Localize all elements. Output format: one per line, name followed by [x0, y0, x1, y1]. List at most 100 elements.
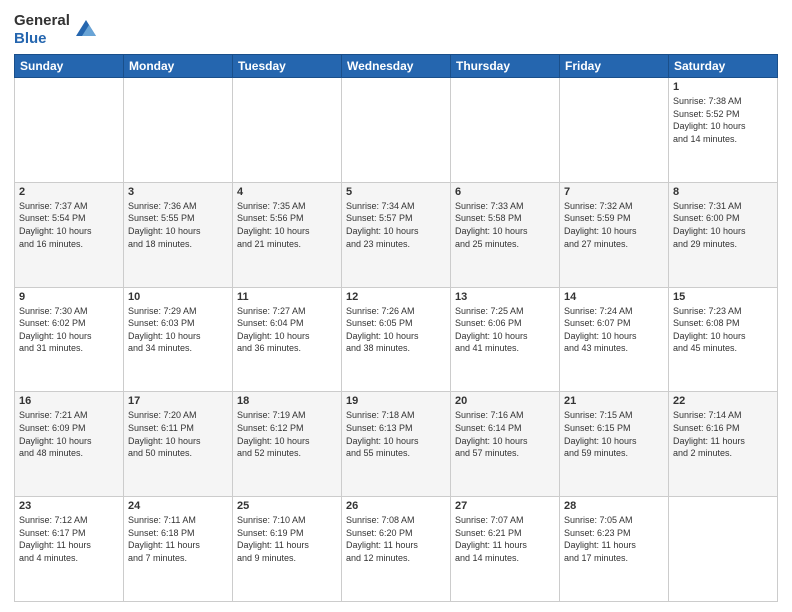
calendar-cell: 23Sunrise: 7:12 AM Sunset: 6:17 PM Dayli… [15, 497, 124, 602]
day-number: 6 [455, 186, 555, 198]
calendar-cell: 22 Sunrise: 7:14 AM Sunset: 6:16 PM Dayli… [669, 392, 778, 497]
day-number: 9 [19, 291, 119, 303]
day-info: Sunrise: 7:14 AM Sunset: 6:16 PM Dayligh… [673, 409, 773, 459]
calendar-header-row: Sunday Monday Tuesday Wednesday Thursday… [15, 55, 778, 78]
day-info: Sunrise: 7:18 AM Sunset: 6:13 PM Dayligh… [346, 409, 446, 459]
calendar-cell: 14 Sunrise: 7:24 AM Sunset: 6:07 PM Dayli… [560, 287, 669, 392]
day-info: Sunrise: 7:21 AM Sunset: 6:09 PM Dayligh… [19, 409, 119, 459]
day-number: 19 [346, 395, 446, 407]
day-info: Sunrise: 7:16 AM Sunset: 6:14 PM Dayligh… [455, 409, 555, 459]
day-info: Sunrise: 7:33 AM Sunset: 5:58 PM Dayligh… [455, 200, 555, 250]
day-info: Sunrise: 7:19 AM Sunset: 6:12 PM Dayligh… [237, 409, 337, 459]
day-number: 17 [128, 395, 228, 407]
col-wednesday: Wednesday [342, 55, 451, 78]
calendar-cell: 27Sunrise: 7:07 AM Sunset: 6:21 PM Dayli… [451, 497, 560, 602]
day-info: Sunrise: 7:26 AM Sunset: 6:05 PM Dayligh… [346, 305, 446, 355]
logo: General Blue [14, 12, 96, 48]
day-info: Sunrise: 7:38 AM Sunset: 5:52 PM Dayligh… [673, 95, 773, 145]
calendar-cell: 15 Sunrise: 7:23 AM Sunset: 6:08 PM Dayli… [669, 287, 778, 392]
day-info: Sunrise: 7:07 AM Sunset: 6:21 PM Dayligh… [455, 514, 555, 564]
col-sunday: Sunday [15, 55, 124, 78]
calendar-cell [15, 78, 124, 183]
col-monday: Monday [124, 55, 233, 78]
day-number: 14 [564, 291, 664, 303]
day-number: 21 [564, 395, 664, 407]
calendar-cell: 21Sunrise: 7:15 AM Sunset: 6:15 PM Dayli… [560, 392, 669, 497]
day-number: 26 [346, 500, 446, 512]
calendar-cell [451, 78, 560, 183]
day-info: Sunrise: 7:05 AM Sunset: 6:23 PM Dayligh… [564, 514, 664, 564]
calendar-cell: 6 Sunrise: 7:33 AM Sunset: 5:58 PM Daylig… [451, 182, 560, 287]
calendar-cell: 10Sunrise: 7:29 AM Sunset: 6:03 PM Dayli… [124, 287, 233, 392]
calendar-cell: 12 Sunrise: 7:26 AM Sunset: 6:05 PM Dayli… [342, 287, 451, 392]
day-info: Sunrise: 7:37 AM Sunset: 5:54 PM Dayligh… [19, 200, 119, 250]
day-number: 4 [237, 186, 337, 198]
calendar-cell: 18 Sunrise: 7:19 AM Sunset: 6:12 PM Dayli… [233, 392, 342, 497]
col-tuesday: Tuesday [233, 55, 342, 78]
day-info: Sunrise: 7:34 AM Sunset: 5:57 PM Dayligh… [346, 200, 446, 250]
calendar-cell: 7 Sunrise: 7:32 AM Sunset: 5:59 PM Daylig… [560, 182, 669, 287]
day-info: Sunrise: 7:25 AM Sunset: 6:06 PM Dayligh… [455, 305, 555, 355]
day-number: 13 [455, 291, 555, 303]
calendar-cell [233, 78, 342, 183]
day-number: 11 [237, 291, 337, 303]
day-info: Sunrise: 7:23 AM Sunset: 6:08 PM Dayligh… [673, 305, 773, 355]
day-number: 15 [673, 291, 773, 303]
day-info: Sunrise: 7:08 AM Sunset: 6:20 PM Dayligh… [346, 514, 446, 564]
day-number: 20 [455, 395, 555, 407]
calendar-cell: 13 Sunrise: 7:25 AM Sunset: 6:06 PM Dayli… [451, 287, 560, 392]
logo-area: General Blue [14, 12, 96, 48]
day-info: Sunrise: 7:31 AM Sunset: 6:00 PM Dayligh… [673, 200, 773, 250]
logo-blue: Blue [14, 30, 70, 48]
day-number: 1 [673, 81, 773, 93]
day-info: Sunrise: 7:24 AM Sunset: 6:07 PM Dayligh… [564, 305, 664, 355]
calendar-cell [342, 78, 451, 183]
logo-general: General [14, 12, 70, 30]
calendar-cell: 28 Sunrise: 7:05 AM Sunset: 6:23 PM Dayli… [560, 497, 669, 602]
calendar-cell: 2 Sunrise: 7:37 AM Sunset: 5:54 PM Daylig… [15, 182, 124, 287]
day-number: 12 [346, 291, 446, 303]
day-number: 25 [237, 500, 337, 512]
day-number: 5 [346, 186, 446, 198]
calendar-cell: 16 Sunrise: 7:21 AM Sunset: 6:09 PM Dayli… [15, 392, 124, 497]
day-info: Sunrise: 7:11 AM Sunset: 6:18 PM Dayligh… [128, 514, 228, 564]
calendar-week-row: 16 Sunrise: 7:21 AM Sunset: 6:09 PM Dayli… [15, 392, 778, 497]
col-friday: Friday [560, 55, 669, 78]
header: General Blue [14, 12, 778, 48]
calendar-cell: 20 Sunrise: 7:16 AM Sunset: 6:14 PM Dayli… [451, 392, 560, 497]
calendar-cell: 11 Sunrise: 7:27 AM Sunset: 6:04 PM Dayli… [233, 287, 342, 392]
logo-icon [74, 16, 96, 44]
calendar-week-row: 23Sunrise: 7:12 AM Sunset: 6:17 PM Dayli… [15, 497, 778, 602]
col-saturday: Saturday [669, 55, 778, 78]
day-number: 28 [564, 500, 664, 512]
calendar-week-row: 1 Sunrise: 7:38 AM Sunset: 5:52 PM Daylig… [15, 78, 778, 183]
day-number: 10 [128, 291, 228, 303]
day-info: Sunrise: 7:36 AM Sunset: 5:55 PM Dayligh… [128, 200, 228, 250]
day-info: Sunrise: 7:12 AM Sunset: 6:17 PM Dayligh… [19, 514, 119, 564]
calendar-cell: 9 Sunrise: 7:30 AM Sunset: 6:02 PM Daylig… [15, 287, 124, 392]
day-info: Sunrise: 7:32 AM Sunset: 5:59 PM Dayligh… [564, 200, 664, 250]
day-info: Sunrise: 7:35 AM Sunset: 5:56 PM Dayligh… [237, 200, 337, 250]
calendar-cell: 26 Sunrise: 7:08 AM Sunset: 6:20 PM Dayli… [342, 497, 451, 602]
day-number: 16 [19, 395, 119, 407]
day-info: Sunrise: 7:27 AM Sunset: 6:04 PM Dayligh… [237, 305, 337, 355]
calendar-cell: 19 Sunrise: 7:18 AM Sunset: 6:13 PM Dayli… [342, 392, 451, 497]
calendar-cell: 8Sunrise: 7:31 AM Sunset: 6:00 PM Daylig… [669, 182, 778, 287]
calendar-cell [560, 78, 669, 183]
day-number: 3 [128, 186, 228, 198]
calendar-cell: 4 Sunrise: 7:35 AM Sunset: 5:56 PM Daylig… [233, 182, 342, 287]
calendar-cell: 17 Sunrise: 7:20 AM Sunset: 6:11 PM Dayli… [124, 392, 233, 497]
calendar-cell: 1 Sunrise: 7:38 AM Sunset: 5:52 PM Daylig… [669, 78, 778, 183]
day-info: Sunrise: 7:10 AM Sunset: 6:19 PM Dayligh… [237, 514, 337, 564]
calendar-cell: 3 Sunrise: 7:36 AM Sunset: 5:55 PM Daylig… [124, 182, 233, 287]
day-number: 2 [19, 186, 119, 198]
day-info: Sunrise: 7:30 AM Sunset: 6:02 PM Dayligh… [19, 305, 119, 355]
calendar-cell: 5 Sunrise: 7:34 AM Sunset: 5:57 PM Daylig… [342, 182, 451, 287]
day-number: 18 [237, 395, 337, 407]
page: General Blue Sunday Monday Tuesday Wedne… [0, 0, 792, 612]
col-thursday: Thursday [451, 55, 560, 78]
day-number: 22 [673, 395, 773, 407]
day-info: Sunrise: 7:20 AM Sunset: 6:11 PM Dayligh… [128, 409, 228, 459]
calendar-cell: 25 Sunrise: 7:10 AM Sunset: 6:19 PM Dayli… [233, 497, 342, 602]
day-number: 7 [564, 186, 664, 198]
